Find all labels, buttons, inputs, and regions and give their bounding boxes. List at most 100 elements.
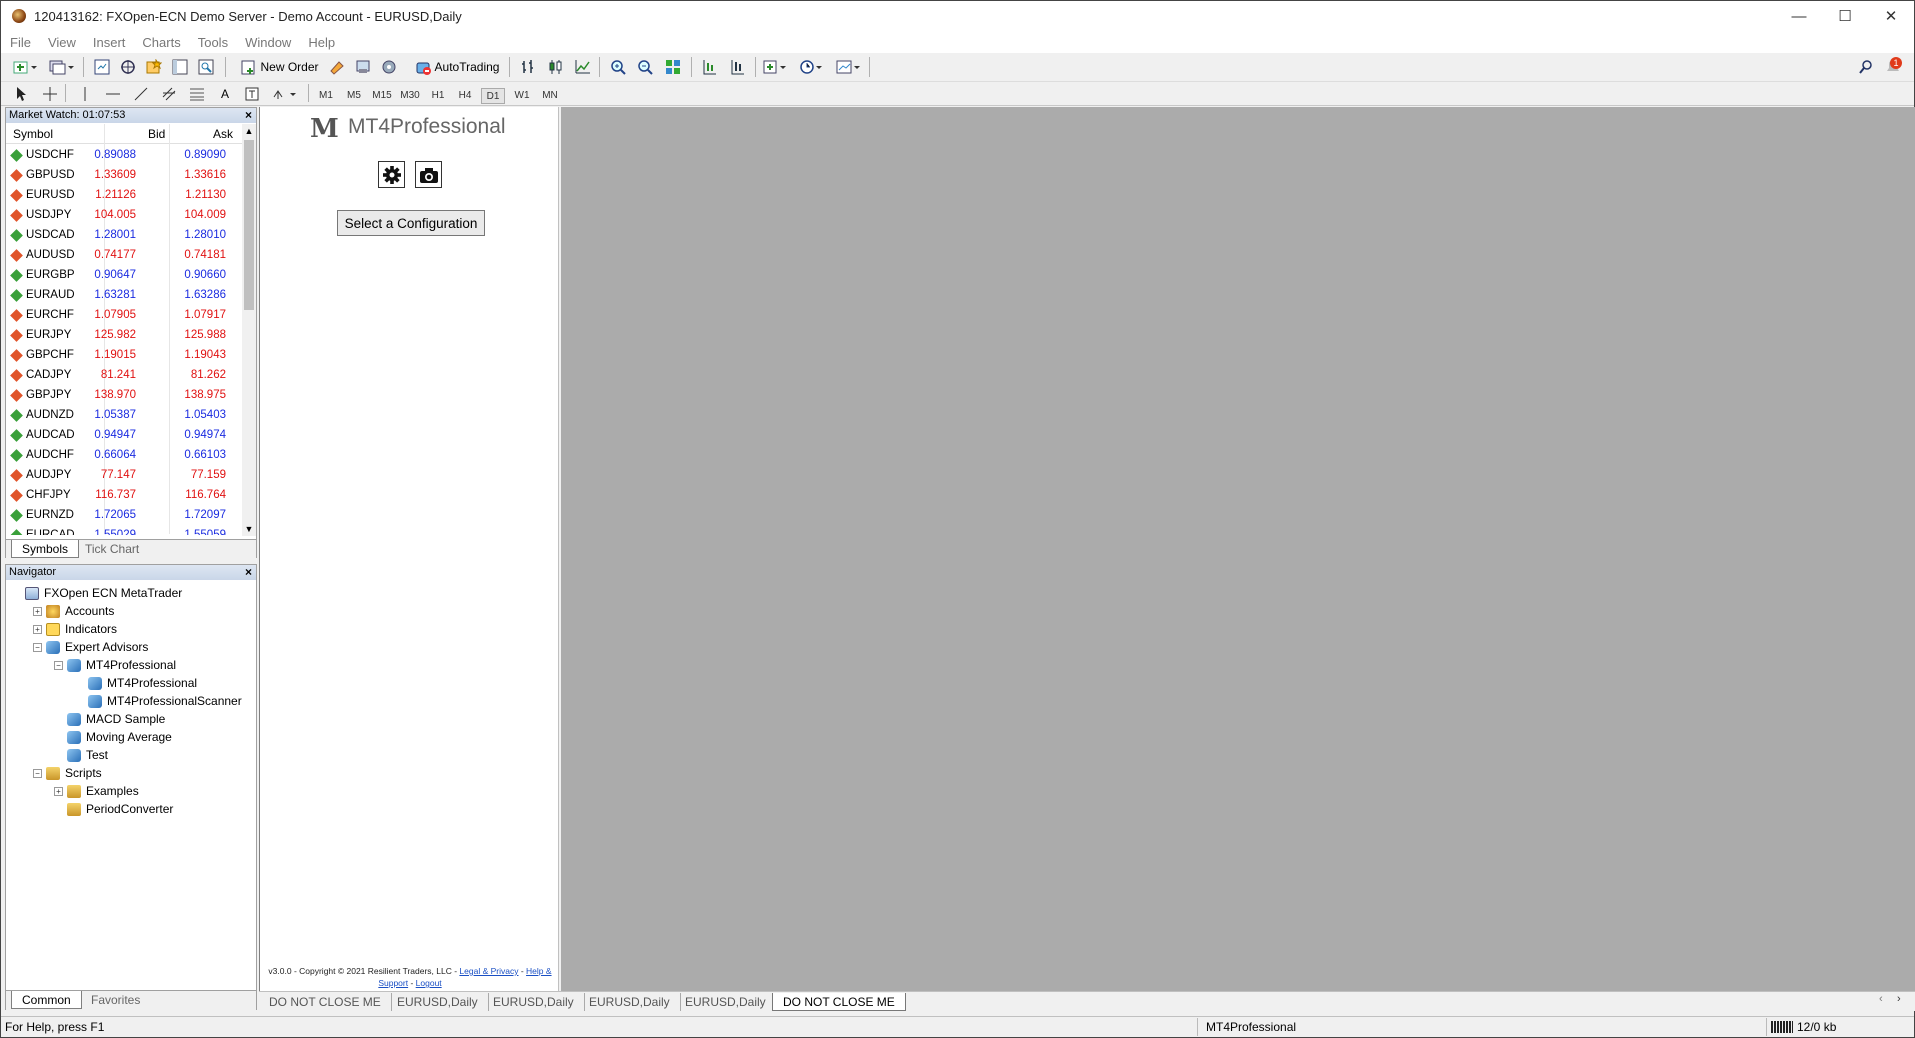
navigator-node[interactable]: − Expert Advisors xyxy=(33,639,148,655)
new-order-button[interactable]: New Order xyxy=(239,57,321,77)
arrows-menu-icon[interactable] xyxy=(271,84,299,104)
navigator-node[interactable]: + Examples xyxy=(54,783,139,799)
timeframe-m15[interactable]: M15 xyxy=(370,88,394,104)
market-watch-row[interactable]: EURCAD 1.55029 1.55059 xyxy=(6,525,242,535)
menu-window[interactable]: Window xyxy=(245,35,291,50)
menu-help[interactable]: Help xyxy=(308,35,335,50)
legal-privacy-link[interactable]: Legal & Privacy xyxy=(459,966,518,976)
menu-view[interactable]: View xyxy=(48,35,76,50)
chart-shift-icon[interactable] xyxy=(699,57,719,77)
market-watch-row[interactable]: EURAUD 1.63281 1.63286 xyxy=(6,285,242,305)
navigator-node[interactable]: − Scripts xyxy=(33,765,102,781)
settings-button[interactable] xyxy=(378,161,405,188)
templates-icon[interactable] xyxy=(834,57,864,77)
header-bid[interactable]: Bid xyxy=(148,127,165,141)
expand-icon[interactable]: + xyxy=(54,786,63,796)
menu-tools[interactable]: Tools xyxy=(198,35,228,50)
maximize-button[interactable]: ☐ xyxy=(1822,1,1868,31)
scroll-up-icon[interactable]: ▲ xyxy=(242,124,256,138)
header-ask[interactable]: Ask xyxy=(213,127,233,141)
market-watch-row[interactable]: EURJPY 125.982 125.988 xyxy=(6,325,242,345)
navigator-node[interactable]: MACD Sample xyxy=(54,711,165,727)
tile-windows-icon[interactable] xyxy=(663,57,683,77)
collapse-icon[interactable]: − xyxy=(33,642,42,652)
select-configuration-button[interactable]: Select a Configuration xyxy=(337,210,485,236)
collapse-icon[interactable]: − xyxy=(33,768,42,778)
market-watch-close-icon[interactable]: × xyxy=(245,108,252,123)
metaeditor-icon[interactable] xyxy=(327,57,347,77)
cursor-icon[interactable] xyxy=(12,84,30,104)
scroll-thumb[interactable] xyxy=(244,140,254,310)
notification-bell-icon[interactable]: 1 xyxy=(1881,56,1905,76)
line-chart-icon[interactable] xyxy=(573,57,593,77)
navigator-node[interactable]: + Indicators xyxy=(33,621,117,637)
scroll-down-icon[interactable]: ▼ xyxy=(242,522,256,536)
profiles-icon[interactable] xyxy=(47,57,77,77)
tab-symbols[interactable]: Symbols xyxy=(11,540,80,558)
history-icon[interactable] xyxy=(353,57,373,77)
expand-icon[interactable]: + xyxy=(33,624,42,634)
menu-insert[interactable]: Insert xyxy=(93,35,126,50)
timeframe-m1[interactable]: M1 xyxy=(314,88,338,104)
terminal-icon[interactable] xyxy=(170,57,190,77)
horizontal-line-icon[interactable] xyxy=(104,84,122,104)
menu-charts[interactable]: Charts xyxy=(142,35,180,50)
text-label-icon[interactable] xyxy=(243,84,261,104)
navigator-node[interactable]: PeriodConverter xyxy=(54,801,173,817)
chart-tab-active[interactable]: DO NOT CLOSE ME xyxy=(772,993,906,1011)
chart-tab[interactable]: EURUSD,Daily xyxy=(483,993,585,1011)
tab-favorites[interactable]: Favorites xyxy=(81,991,150,1009)
tab-scroll-right-icon[interactable]: › xyxy=(1897,993,1901,1005)
market-watch-icon[interactable] xyxy=(92,57,112,77)
collapse-icon[interactable]: − xyxy=(54,660,63,670)
chart-tab[interactable]: EURUSD,Daily xyxy=(387,993,489,1011)
market-watch-row[interactable]: GBPCHF 1.19015 1.19043 xyxy=(6,345,242,365)
menu-file[interactable]: File xyxy=(10,35,31,50)
navigator-node[interactable]: Moving Average xyxy=(54,729,172,745)
zoom-in-icon[interactable] xyxy=(608,57,628,77)
timeframe-d1[interactable]: D1 xyxy=(481,88,505,104)
market-watch-row[interactable]: USDCHF 0.89088 0.89090 xyxy=(6,145,242,165)
fibonacci-icon[interactable] xyxy=(188,84,206,104)
data-window-icon[interactable] xyxy=(118,57,138,77)
market-watch-row[interactable]: AUDNZD 1.05387 1.05403 xyxy=(6,405,242,425)
help-link[interactable]: Help & xyxy=(526,966,552,976)
navigator-node[interactable]: − MT4Professional xyxy=(54,657,176,673)
candlestick-icon[interactable] xyxy=(546,57,566,77)
timeframe-w1[interactable]: W1 xyxy=(510,88,534,104)
new-chart-icon[interactable] xyxy=(11,57,41,77)
market-watch-row[interactable]: EURGBP 0.90647 0.90660 xyxy=(6,265,242,285)
indicators-menu-icon[interactable] xyxy=(761,57,791,77)
market-watch-row[interactable]: USDCAD 1.28001 1.28010 xyxy=(6,225,242,245)
bar-chart-icon[interactable] xyxy=(518,57,538,77)
market-watch-row[interactable]: EURCHF 1.07905 1.07917 xyxy=(6,305,242,325)
text-tool-icon[interactable]: A xyxy=(216,84,234,104)
market-watch-row[interactable]: EURUSD 1.21126 1.21130 xyxy=(6,185,242,205)
timeframe-mn[interactable]: MN xyxy=(538,88,562,104)
vertical-line-icon[interactable] xyxy=(76,84,94,104)
support-link[interactable]: Support xyxy=(378,978,408,988)
timeframe-m5[interactable]: M5 xyxy=(342,88,366,104)
timeframe-h1[interactable]: H1 xyxy=(426,88,450,104)
equidistant-channel-icon[interactable] xyxy=(160,84,178,104)
timeframe-m30[interactable]: M30 xyxy=(398,88,422,104)
chart-tab[interactable]: DO NOT CLOSE ME xyxy=(259,993,392,1011)
market-watch-row[interactable]: USDJPY 104.005 104.009 xyxy=(6,205,242,225)
navigator-node[interactable]: MT4ProfessionalScanner xyxy=(75,693,242,709)
market-watch-row[interactable]: CADJPY 81.241 81.262 xyxy=(6,365,242,385)
tab-scroll-left-icon[interactable]: ‹ xyxy=(1879,993,1883,1005)
minimize-button[interactable]: — xyxy=(1776,1,1822,31)
autoscroll-icon[interactable] xyxy=(727,57,747,77)
chart-tab[interactable]: EURUSD,Daily xyxy=(675,993,777,1011)
timeframe-h4[interactable]: H4 xyxy=(453,88,477,104)
market-watch-row[interactable]: CHFJPY 116.737 116.764 xyxy=(6,485,242,505)
navigator-node[interactable]: Test xyxy=(54,747,108,763)
navigator-node[interactable]: + Accounts xyxy=(33,603,114,619)
tab-common[interactable]: Common xyxy=(11,991,82,1009)
market-watch-row[interactable]: AUDCHF 0.66064 0.66103 xyxy=(6,445,242,465)
market-watch-scrollbar[interactable]: ▲ ▼ xyxy=(242,124,256,536)
market-watch-row[interactable]: AUDCAD 0.94947 0.94974 xyxy=(6,425,242,445)
navigator-close-icon[interactable]: × xyxy=(245,565,252,580)
close-button[interactable]: ✕ xyxy=(1868,1,1914,31)
tab-tick-chart[interactable]: Tick Chart xyxy=(75,540,149,558)
